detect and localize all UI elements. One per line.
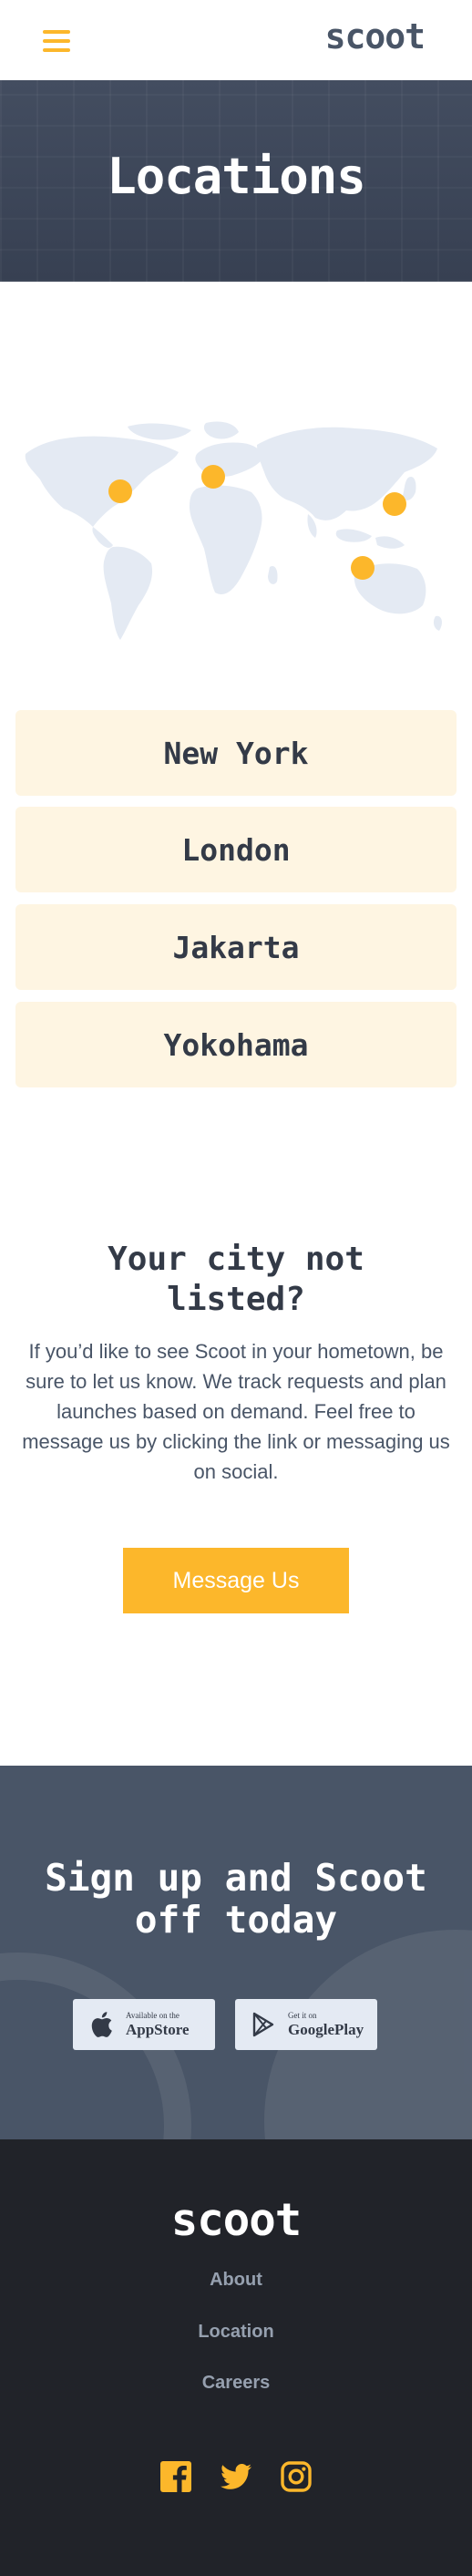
- page-title: Locations: [107, 148, 366, 205]
- footer-link-about[interactable]: About: [0, 2270, 472, 2291]
- message-us-button[interactable]: Message Us: [123, 1548, 349, 1613]
- apple-icon: [87, 2011, 115, 2038]
- location-card-london[interactable]: London: [15, 807, 457, 892]
- signup-heading: Sign up and Scoot off today: [45, 1856, 427, 1942]
- googleplay-button[interactable]: Get it on GooglePlay: [235, 1999, 377, 2050]
- cta-heading: Your city not listed?: [108, 1241, 364, 1318]
- site-header: scoot: [0, 0, 472, 80]
- app-download-section: Sign up and Scoot off today Available on…: [0, 1766, 472, 2139]
- hero-banner: Locations: [0, 80, 472, 282]
- site-logo[interactable]: scoot: [325, 16, 426, 57]
- hamburger-menu-icon[interactable]: [43, 30, 70, 52]
- appstore-label: AppStore: [126, 2021, 190, 2038]
- footer-link-location[interactable]: Location: [0, 2322, 472, 2343]
- location-card-jakarta[interactable]: Jakarta: [15, 904, 457, 990]
- twitter-icon[interactable]: [220, 2460, 252, 2493]
- appstore-button[interactable]: Available on the AppStore: [73, 1999, 215, 2050]
- appstore-caption: Available on the: [126, 2011, 180, 2020]
- googleplay-caption: Get it on: [288, 2011, 317, 2020]
- world-map: [18, 417, 452, 645]
- site-footer: scoot About Location Careers: [0, 2139, 472, 2576]
- google-play-icon: [250, 2011, 277, 2038]
- location-marker-yokohama[interactable]: [383, 492, 406, 516]
- location-marker-new-york[interactable]: [108, 479, 132, 503]
- facebook-icon[interactable]: [159, 2460, 192, 2493]
- location-marker-london[interactable]: [201, 465, 225, 489]
- world-map-graphic: [25, 421, 442, 640]
- location-card-yokohama[interactable]: Yokohama: [15, 1002, 457, 1087]
- instagram-icon[interactable]: [280, 2460, 313, 2493]
- cta-description: If you’d like to see Scoot in your homet…: [22, 1340, 450, 1483]
- location-marker-jakarta[interactable]: [351, 556, 375, 580]
- footer-link-careers[interactable]: Careers: [0, 2373, 472, 2394]
- googleplay-label: GooglePlay: [288, 2021, 364, 2038]
- footer-logo[interactable]: scoot: [0, 2194, 472, 2246]
- location-card-new-york[interactable]: New York: [15, 710, 457, 796]
